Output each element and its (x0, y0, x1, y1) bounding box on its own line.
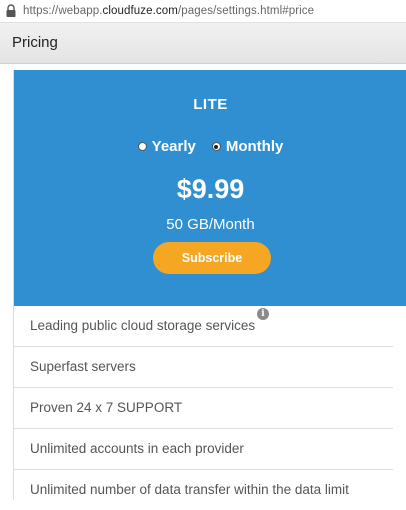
plan-panel: LITE Yearly Monthly $9.99 50 GB/Month Su… (14, 70, 406, 306)
pricing-card: LITE Yearly Monthly $9.99 50 GB/Month Su… (13, 70, 406, 500)
address-bar[interactable]: https://webapp.cloudfuze.com/pages/setti… (0, 0, 406, 23)
feature-item: Superfast servers (14, 347, 393, 388)
url-text[interactable]: https://webapp.cloudfuze.com/pages/setti… (23, 5, 314, 17)
yearly-radio[interactable] (137, 142, 147, 151)
page-title: Pricing (12, 34, 58, 51)
feature-label: Unlimited number of data transfer within… (30, 482, 349, 497)
lock-icon (5, 4, 17, 18)
billing-period-selector: Yearly Monthly (14, 138, 406, 155)
feature-label: Proven 24 x 7 SUPPORT (30, 400, 183, 415)
feature-list: Leading public cloud storage services i … (14, 306, 406, 510)
monthly-radio[interactable] (211, 142, 221, 151)
yearly-label: Yearly (151, 138, 196, 155)
feature-item: Proven 24 x 7 SUPPORT (14, 388, 393, 429)
page-header: Pricing (0, 23, 406, 64)
feature-label: Leading public cloud storage services (30, 318, 256, 333)
plan-name: LITE (193, 96, 228, 113)
plan-storage: 50 GB/Month (166, 216, 255, 233)
feature-item: Unlimited accounts in each provider (14, 429, 393, 470)
monthly-option[interactable]: Monthly (211, 138, 284, 155)
monthly-label: Monthly (225, 138, 284, 155)
subscribe-button[interactable]: Subscribe (153, 242, 271, 274)
yearly-option[interactable]: Yearly (137, 138, 196, 155)
feature-item: Unlimited number of data transfer within… (14, 470, 393, 510)
feature-label: Superfast servers (30, 359, 136, 374)
feature-item: Leading public cloud storage services i (14, 306, 393, 347)
info-icon[interactable]: i (257, 308, 269, 320)
feature-label: Unlimited accounts in each provider (30, 441, 244, 456)
plan-price: $9.99 (176, 174, 245, 204)
